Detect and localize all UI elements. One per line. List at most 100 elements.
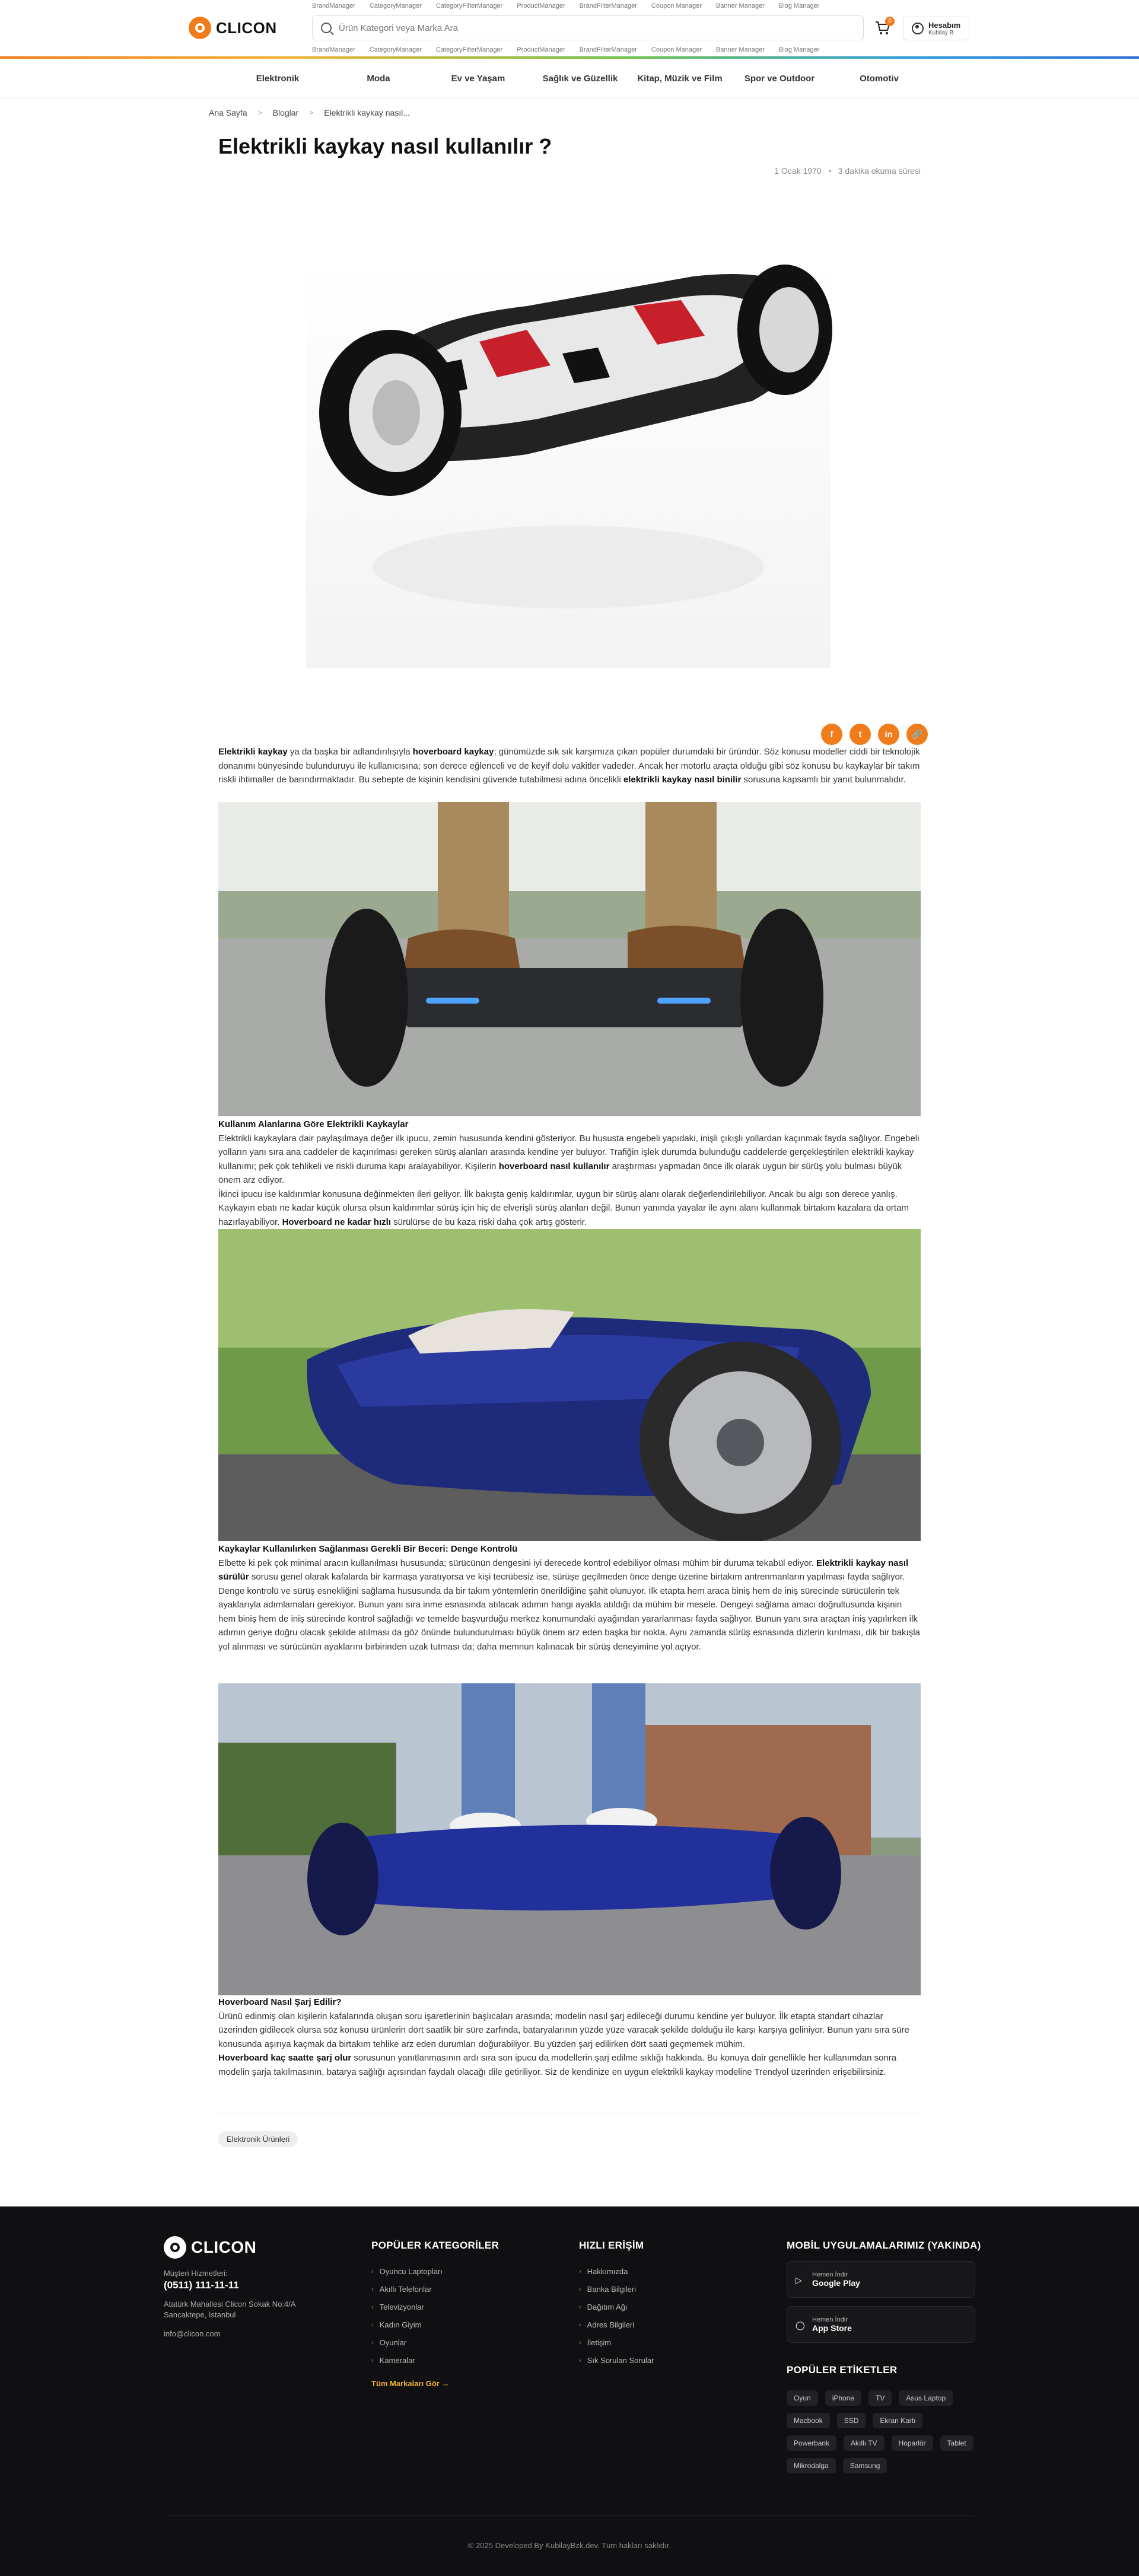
search-bar[interactable] xyxy=(312,15,864,40)
footer-link[interactable]: › Sık Sorulan Sorular xyxy=(579,2356,654,2365)
facebook-icon[interactable]: f xyxy=(821,724,842,745)
support-phone[interactable]: (0511) 111-11-11 xyxy=(164,2280,296,2291)
article-paragraph: Elektrikli kaykaylara dair paylaşılmaya … xyxy=(218,1132,921,1187)
footer-link[interactable]: › İletişim xyxy=(579,2338,654,2347)
footer-link[interactable]: › Kadın Giyim xyxy=(371,2320,499,2329)
article-image-riding-hoverboard xyxy=(218,1683,921,1995)
linkedin-icon[interactable]: in xyxy=(878,724,899,745)
site-footer: CLICON Müşteri Hizmetleri: (0511) 111-11… xyxy=(0,2206,1139,2576)
footer-link-label: Sık Sorulan Sorular xyxy=(587,2356,654,2365)
link-icon[interactable]: 🔗 xyxy=(906,724,928,745)
category-nav: Elektronik Moda Ev ve Yaşam Sağlık ve Gü… xyxy=(0,59,1139,99)
logo-text: CLICON xyxy=(216,18,277,37)
copyright: © 2025 Developed By KubilayBzk.dev. Tüm … xyxy=(467,2541,672,2550)
article-paragraph: Elbette ki pek çok minimal aracın kullan… xyxy=(218,1556,921,1584)
footer-link[interactable]: › Akıllı Telefonlar xyxy=(371,2285,499,2294)
footer-link[interactable]: › Kameralar xyxy=(371,2356,499,2365)
manager-link[interactable]: BrandManager xyxy=(312,46,355,53)
breadcrumb-blogs[interactable]: Bloglar xyxy=(273,108,299,117)
footer-tag[interactable]: Hoparlör xyxy=(891,2435,933,2451)
chevron-right-icon: › xyxy=(579,2339,581,2346)
manager-link[interactable]: BrandManager xyxy=(312,2,355,9)
breadcrumb-separator-icon: > xyxy=(257,109,262,117)
nav-category-sports[interactable]: Spor ve Outdoor xyxy=(745,74,815,84)
manager-link[interactable]: Blog Manager xyxy=(779,46,820,53)
footer-link[interactable]: › Adres Bilgileri xyxy=(579,2320,654,2329)
footer-logo[interactable]: CLICON xyxy=(164,2236,256,2259)
section-heading: Kullanım Alanlarına Göre Elektrikli Kayk… xyxy=(218,1119,409,1129)
nav-category-home[interactable]: Ev ve Yaşam xyxy=(451,74,505,84)
nav-category-electronics[interactable]: Elektronik xyxy=(256,74,300,84)
manager-link[interactable]: CategoryManager xyxy=(370,2,422,9)
article-paragraph: Elektrikli kaykay ya da başka bir adland… xyxy=(218,745,921,787)
article-paragraph: İkinci ipucu ise kaldırımlar konusuna de… xyxy=(218,1187,921,1230)
account-title: Hesabım xyxy=(928,21,961,30)
article-tag[interactable]: Elektronik Ürünleri xyxy=(218,2131,298,2147)
footer-tag[interactable]: SSD xyxy=(836,2413,866,2428)
manager-link[interactable]: ProductManager xyxy=(517,2,565,9)
app-button-store: App Store xyxy=(812,2323,852,2333)
footer-tag[interactable]: Asus Laptop xyxy=(899,2390,953,2406)
meta-dot xyxy=(828,170,831,172)
search-icon[interactable] xyxy=(321,23,332,33)
support-email[interactable]: info@clicon.com xyxy=(164,2329,296,2339)
bold-text: Hoverboard ne kadar hızlı xyxy=(282,1217,391,1227)
footer-tag[interactable]: Tablet xyxy=(940,2435,973,2451)
manager-link[interactable]: Blog Manager xyxy=(779,2,820,9)
site-logo[interactable]: CLICON xyxy=(189,17,277,39)
nav-category-books[interactable]: Kitap, Müzik ve Film xyxy=(637,74,722,84)
search-input[interactable] xyxy=(339,23,825,33)
account-button[interactable]: Hesabım Kubilay B. xyxy=(903,17,970,40)
footer-link[interactable]: › Oyuncu Laptopları xyxy=(371,2267,499,2276)
footer-tag[interactable]: Mikrodalga xyxy=(787,2458,836,2473)
footer-link[interactable]: › Oyunlar xyxy=(371,2338,499,2347)
section-heading: Hoverboard Nasıl Şarj Edilir? xyxy=(218,1997,342,2007)
app-store-button[interactable]: ◯ Hemen İndir App Store xyxy=(787,2306,975,2343)
footer-link[interactable]: › Banka Bilgileri xyxy=(579,2285,654,2294)
manager-link[interactable]: BrandFilterManager xyxy=(580,2,637,9)
bold-text: Hoverboard kaç saatte şarj olur xyxy=(218,2053,352,2063)
breadcrumb-home[interactable]: Ana Sayfa xyxy=(209,108,247,117)
footer-tag[interactable]: iPhone xyxy=(825,2390,862,2406)
text: Elbette ki pek çok minimal aracın kullan… xyxy=(218,1558,817,1568)
logo-icon xyxy=(164,2236,186,2259)
text: ya da başka bir adlandırılışıyla xyxy=(287,747,413,757)
manager-link[interactable]: ProductManager xyxy=(517,46,565,53)
footer-link[interactable]: › Dağıtım Ağı xyxy=(579,2303,654,2311)
google-play-button[interactable]: ▷ Hemen İndir Google Play xyxy=(787,2261,975,2298)
footer-tag[interactable]: Akıllı TV xyxy=(844,2435,885,2451)
address-line: Sancaktepe, İstanbul xyxy=(164,2310,236,2319)
cart-button[interactable]: 0 xyxy=(874,17,895,36)
nav-category-fashion[interactable]: Moda xyxy=(367,74,390,84)
manager-link[interactable]: Banner Manager xyxy=(716,46,765,53)
manager-link[interactable]: CategoryFilterManager xyxy=(436,2,503,9)
footer-link[interactable]: › Hakkımızda xyxy=(579,2267,654,2276)
footer-tag[interactable]: Ekran Kartı xyxy=(873,2413,923,2428)
nav-category-health[interactable]: Sağlık ve Güzellik xyxy=(543,74,618,84)
manager-link[interactable]: Coupon Manager xyxy=(651,46,702,53)
manager-link[interactable]: BrandFilterManager xyxy=(580,46,637,53)
all-brands-link[interactable]: Tüm Markaları Gör → xyxy=(371,2379,499,2388)
chevron-right-icon: › xyxy=(371,2321,374,2329)
footer-tag[interactable]: Macbook xyxy=(787,2413,830,2428)
manager-link[interactable]: Banner Manager xyxy=(716,2,765,9)
popular-tags: Oyun iPhone TV Asus Laptop Macbook SSD E… xyxy=(787,2390,976,2473)
user-icon xyxy=(912,23,924,34)
footer-link[interactable]: › Televizyonlar xyxy=(371,2303,499,2311)
chevron-right-icon: › xyxy=(371,2268,374,2275)
footer-tag[interactable]: Powerbank xyxy=(787,2435,837,2451)
footer-tag[interactable]: Samsung xyxy=(842,2458,887,2473)
bold-text: hoverboard kaykay xyxy=(412,747,494,757)
text: sorusuna kapsamlı bir yanıt bulunmalıdır… xyxy=(741,775,906,785)
article-section: Hoverboard Nasıl Şarj Edilir? Ürünü edin… xyxy=(218,1995,921,2079)
twitter-icon[interactable]: t xyxy=(850,724,871,745)
bold-text: Elektrikli kaykay xyxy=(218,747,288,757)
nav-category-automotive[interactable]: Otomotiv xyxy=(860,74,899,84)
cart-count-badge: 0 xyxy=(885,17,895,26)
footer-tag[interactable]: TV xyxy=(868,2390,892,2406)
manager-link[interactable]: CategoryFilterManager xyxy=(436,46,503,53)
footer-link-label: İletişim xyxy=(587,2338,612,2347)
manager-link[interactable]: Coupon Manager xyxy=(651,2,702,9)
footer-tag[interactable]: Oyun xyxy=(787,2390,818,2406)
manager-link[interactable]: CategoryManager xyxy=(370,46,422,53)
